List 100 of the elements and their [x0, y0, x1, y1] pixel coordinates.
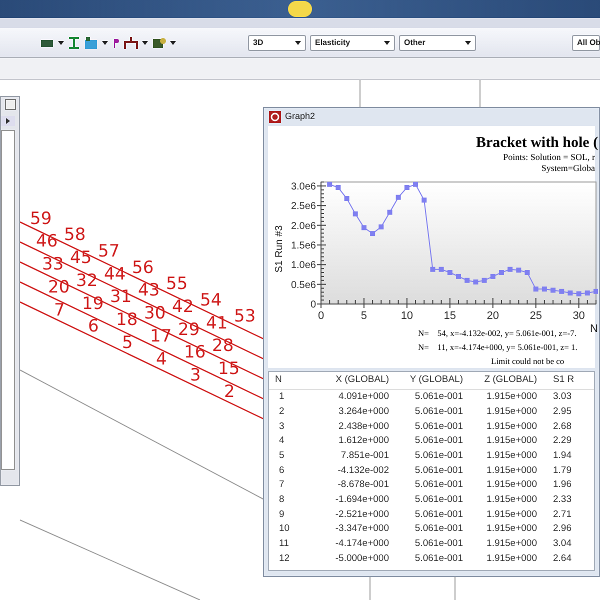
block-icon[interactable]	[40, 38, 54, 48]
data-point	[559, 288, 564, 294]
data-point	[404, 185, 410, 190]
table-cell-text: 2.438e+000	[338, 420, 390, 434]
node-label: 20	[48, 277, 70, 298]
table-cell-text: 1.96	[552, 478, 572, 492]
tick-label: 25	[530, 310, 542, 322]
data-point	[524, 270, 530, 276]
data-point	[430, 266, 436, 272]
node-label: 59	[30, 208, 52, 229]
table-cell-text: 2.96	[552, 522, 572, 536]
node-label: 3	[190, 366, 201, 386]
table-cell-text: 1.915e+000	[486, 537, 538, 552]
table-cell-text: -1.694e+000	[334, 493, 390, 508]
data-point	[568, 290, 573, 296]
axis-title: S1 Run #3	[274, 225, 285, 273]
table-cell-text: 5.061e-001	[414, 420, 464, 434]
table-cell-text: 2.33	[552, 493, 572, 508]
column-header: N	[274, 373, 283, 388]
column-header: Y (GLOBAL)	[408, 373, 464, 388]
app-icon	[269, 111, 281, 123]
table-cell-text: 5.061e-001	[414, 478, 464, 492]
beam-icon[interactable]	[68, 36, 80, 50]
tick-label: 0	[318, 310, 324, 322]
dropdown[interactable]: 3D	[248, 34, 306, 50]
data-point	[396, 194, 401, 200]
table-cell-text: 1.915e+000	[486, 404, 538, 419]
caret-icon[interactable]	[102, 40, 108, 44]
caret-icon[interactable]	[58, 40, 64, 44]
node-label: 5	[122, 332, 133, 353]
table-cell-text: 1.915e+000	[486, 493, 538, 508]
arrow-icon	[6, 118, 10, 124]
load-icon[interactable]	[152, 36, 166, 50]
table-cell-text: 1.915e+000	[486, 434, 538, 448]
table-cell-text: 1.915e+000	[486, 508, 538, 522]
caret-icon[interactable]	[142, 40, 148, 44]
data-point	[456, 274, 461, 279]
data-point	[508, 266, 513, 272]
table-cell-text: 5.061e-001	[414, 404, 464, 419]
table-cell-text: 12	[278, 552, 291, 566]
tick-label: 20	[486, 310, 499, 322]
tick-label: 0	[310, 300, 316, 310]
table-cell-text: 5.061e-001	[414, 522, 464, 536]
table-cell-text: 1	[278, 390, 286, 404]
axis-title: N	[590, 323, 598, 334]
support-icon[interactable]	[124, 36, 138, 50]
data-point	[336, 185, 341, 190]
table-cell-text: -4.132e-002	[336, 464, 390, 478]
node-label: 7	[54, 300, 65, 320]
table-cell-text: 5.061e-001	[414, 508, 464, 522]
data-point	[490, 274, 496, 279]
data-point	[516, 268, 522, 273]
node-label: 57	[98, 241, 120, 262]
table-cell-text: 8	[278, 493, 286, 508]
table-cell-text: 5.061e-001	[414, 537, 464, 552]
data-point	[387, 210, 392, 215]
table-cell-text: 10	[278, 522, 291, 536]
data-point	[378, 224, 384, 230]
node-label: 33	[42, 254, 64, 275]
tick-label: 0.5e6	[290, 280, 316, 291]
node-label: 56	[132, 258, 154, 278]
table-cell-text: 5.061e-001	[414, 493, 464, 508]
node-label: 15	[218, 359, 240, 380]
table-cell-text: 5.061e-001	[414, 464, 464, 478]
tick-label: 1.0e6	[290, 260, 316, 272]
table-cell-text: 5.061e-001	[414, 390, 464, 404]
chart-subtitle: Points: Solution = SOL, r	[503, 152, 595, 163]
tick-label: 2.0e6	[290, 220, 316, 232]
column-header: Z (GLOBAL)	[483, 373, 538, 388]
table-cell-text: 4	[278, 434, 286, 448]
table-cell-text: 5.061e-001	[414, 552, 464, 566]
data-point	[584, 290, 590, 296]
p-icon[interactable]	[112, 36, 120, 48]
data-point	[533, 286, 538, 292]
table-cell-text: -3.347e+000	[334, 522, 390, 536]
table-cell-text: 2.95	[552, 404, 572, 419]
dropdown[interactable]: All Ob	[572, 34, 600, 50]
close-icon[interactable]	[5, 99, 16, 110]
node-label: 6	[88, 316, 99, 337]
node-label: 58	[64, 225, 86, 246]
table-cell-text: 3.04	[552, 537, 572, 552]
caret-icon[interactable]	[170, 40, 176, 44]
data-point	[473, 279, 478, 284]
caret-icon	[384, 40, 390, 44]
data-point	[482, 278, 487, 283]
dropdown[interactable]: Elasticity	[310, 34, 395, 50]
node-label: 28	[212, 336, 234, 356]
node-label: 30	[144, 304, 166, 324]
data-point	[498, 270, 504, 276]
chart-subtitle: System=Globa	[541, 163, 595, 174]
table-cell-text: 4.091e+000	[338, 390, 390, 404]
caret-icon	[465, 40, 471, 44]
caret-icon	[295, 40, 301, 44]
node-label: 32	[76, 270, 98, 291]
table-cell-text: 1.915e+000	[486, 552, 538, 566]
node-label: 18	[116, 310, 138, 330]
chart-heading: Bracket with hole (	[476, 134, 598, 153]
dropdown[interactable]: Other	[399, 34, 476, 50]
arrow-button[interactable]	[1, 116, 15, 126]
data-point	[464, 278, 470, 283]
